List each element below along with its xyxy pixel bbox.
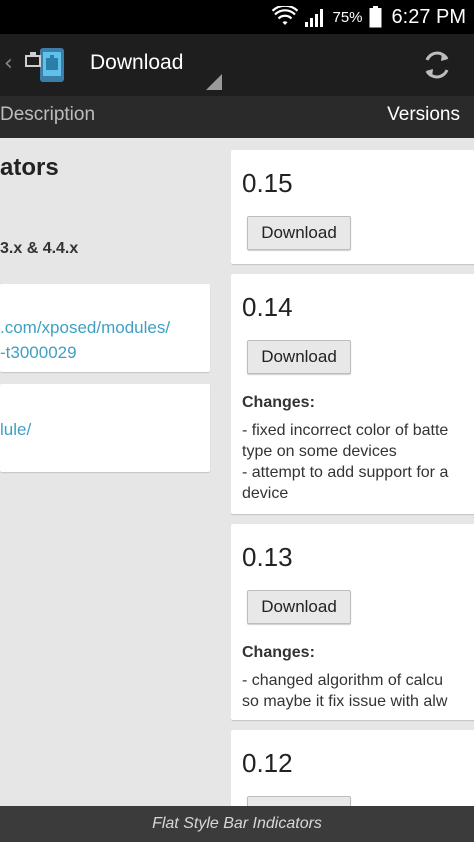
change-line: so maybe it fix issue with alw	[242, 693, 448, 710]
signal-icon	[305, 9, 324, 27]
version-number: 0.12	[242, 748, 293, 778]
clock: 6:27 PM	[391, 5, 466, 28]
support-link-line-2[interactable]: -t3000029	[0, 343, 77, 363]
version-card: 0.12 Download	[231, 730, 474, 806]
battery-percent: 75%	[332, 8, 363, 26]
change-line: - attempt to add support for a	[242, 464, 449, 481]
version-number: 0.14	[242, 292, 293, 322]
chevron-left-icon[interactable]: ‹	[4, 52, 16, 76]
refresh-icon[interactable]	[420, 48, 454, 82]
version-card: 0.13 Download Changes: - changed algorit…	[231, 524, 474, 720]
changes-label: Changes:	[242, 644, 315, 661]
wifi-icon	[272, 6, 299, 25]
changes-label: Changes:	[242, 394, 315, 411]
tab-bar: Description Versions	[0, 96, 474, 138]
tab-description[interactable]: Description	[0, 96, 95, 138]
change-line: - fixed incorrect color of batte	[242, 422, 449, 439]
footer-title: Flat Style Bar Indicators	[152, 815, 322, 832]
version-number: 0.15	[242, 168, 293, 198]
page-title[interactable]: Download	[90, 51, 183, 75]
description-page: ators 3.x & 4.4.x .com/xposed/modules/ -…	[0, 138, 222, 806]
module-link-card[interactable]: lule/	[0, 384, 210, 472]
change-line: type on some devices	[242, 443, 397, 460]
tab-versions[interactable]: Versions	[387, 96, 460, 138]
versions-page[interactable]: 0.15 Download 0.14 Download Changes: - f…	[231, 138, 474, 806]
download-button[interactable]: Download	[247, 340, 351, 374]
module-title: ators	[0, 154, 59, 181]
module-link[interactable]: lule/	[0, 420, 31, 440]
change-line: device	[242, 485, 289, 502]
download-button[interactable]: Download	[247, 590, 351, 624]
support-link-card[interactable]: .com/xposed/modules/ -t3000029	[0, 284, 210, 372]
xposed-puzzle-icon[interactable]	[24, 46, 70, 84]
change-line: - changed algorithm of calcu	[242, 672, 443, 689]
status-bar: 75% 6:27 PM	[0, 0, 474, 34]
android-versions: 3.x & 4.4.x	[0, 240, 79, 257]
battery-icon	[369, 6, 382, 28]
download-button[interactable]: Download	[247, 796, 351, 806]
action-bar: ‹ Download	[0, 34, 474, 96]
support-link-line-1[interactable]: .com/xposed/modules/	[0, 318, 170, 338]
status-icons: 75% 6:27 PM	[272, 0, 466, 34]
version-number: 0.13	[242, 542, 293, 572]
footer-bar: Flat Style Bar Indicators	[0, 806, 474, 842]
dropdown-indicator-icon[interactable]	[206, 74, 222, 90]
version-card: 0.14 Download Changes: - fixed incorrect…	[231, 274, 474, 514]
version-card: 0.15 Download	[231, 150, 474, 264]
download-button[interactable]: Download	[247, 216, 351, 250]
